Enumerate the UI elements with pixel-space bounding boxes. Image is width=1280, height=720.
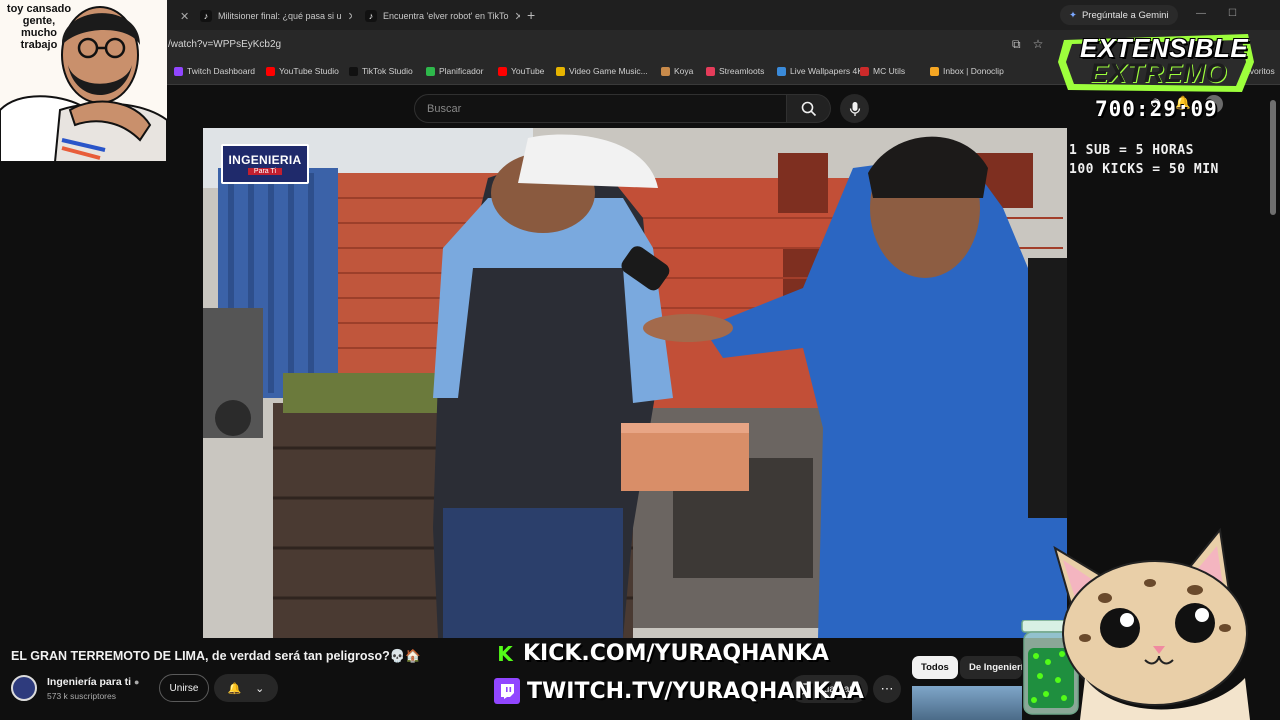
bookmark-favicon-icon [706,66,715,76]
join-button[interactable]: Unirse [159,674,209,702]
bookmark-item[interactable]: Planificador [426,66,483,76]
bookmark-item[interactable]: Video Game Music... [556,66,648,76]
install-icon[interactable]: ⧉ [1012,37,1021,52]
bookmark-item[interactable]: Twitch Dashboard [174,66,255,76]
gemini-label: Pregúntale a Gemini [1081,9,1169,21]
url-field[interactable]: /watch?v=WPPsEyKcb2g [168,39,281,50]
close-icon[interactable]: ✕ [515,10,520,23]
bookmark-item[interactable]: YouTube Studio [266,66,339,76]
subscription-bell-button[interactable]: 🔔 ⌄ [214,674,278,702]
bookmark-favicon-icon [556,66,565,76]
search-button[interactable] [787,94,831,123]
channel-watermark: INGENIERIA Para Ti [221,144,309,184]
twitch-link-overlay: TWITCH.TV/YURAQHANKAA [494,678,864,704]
bookmark-item[interactable]: Koya [661,66,693,76]
gemini-button[interactable]: ✦ Pregúntale a Gemini [1060,5,1178,25]
close-icon[interactable]: ✕ [348,10,352,23]
bookmark-favicon-icon [661,66,670,76]
bookmark-item[interactable]: Inbox | Donoclip [930,66,1004,76]
chip-channel[interactable]: De Ingeniería [960,656,1022,679]
bookmark-favicon-icon [777,66,786,76]
twitch-icon [494,678,520,704]
search-input[interactable]: Buscar [414,94,787,123]
bookmark-favicon-icon [930,66,939,76]
tab-close-button[interactable]: ✕ [172,4,188,28]
logo-line2: EXTREMO [1090,58,1228,88]
tab-1[interactable]: ♪ Militsioner final: ¿qué pasa si u ✕ [192,4,352,28]
watermark-line2: Para Ti [247,168,283,175]
search-placeholder: Buscar [427,102,462,115]
chip-all[interactable]: Todos [912,656,958,679]
watermark-line1: INGENIERIA [228,153,302,167]
bookmark-item[interactable]: MC Utils [860,66,905,76]
tiktok-icon: ♪ [365,10,377,22]
video-player[interactable]: INGENIERIA Para Ti [203,128,1067,638]
bookmark-label: MC Utils [873,66,906,76]
bookmark-item[interactable]: TikTok Studio [349,66,413,76]
maximize-icon[interactable]: ☐ [1228,8,1237,19]
tab-title: Encuentra 'elver robot' en TikTo [383,11,509,21]
screen: ✕ ♪ Militsioner final: ¿qué pasa si u ✕ … [0,0,1280,720]
recommended-thumbnail[interactable] [912,686,1022,720]
subathon-timer: 700:29:09 [1095,97,1218,121]
tab-2[interactable]: ♪ Encuentra 'elver robot' en TikTo ✕ [357,4,520,28]
bookmark-label: Live Wallpapers 4K [790,66,863,76]
twitch-url: TWITCH.TV/YURAQHANKAA [527,678,864,704]
bookmark-label: Inbox | Donoclip [943,66,1004,76]
bookmark-label: Video Game Music... [569,66,648,76]
bookmark-label: TikTok Studio [362,66,413,76]
minimize-icon[interactable]: — [1196,8,1206,19]
search-icon [801,101,816,116]
bookmark-label: Twitch Dashboard [187,66,256,76]
voice-search-button[interactable] [840,94,869,123]
kick-url: KICK.COM/YURAQHANKA [523,641,829,666]
kick-rule: 100 KICKS = 50 MIN [1069,162,1219,177]
address-actions: ⧉ ☆ [1012,37,1043,52]
bookmark-favicon-icon [426,66,435,76]
bookmark-favicon-icon [174,66,183,76]
bell-icon: 🔔 [227,682,242,695]
video-title: EL GRAN TERREMOTO DE LIMA, de verdad ser… [11,649,421,663]
kick-icon: K [497,641,513,666]
close-icon[interactable]: ✕ [180,10,188,23]
more-actions-button[interactable]: ⋯ [873,675,901,703]
sparkle-icon: ✦ [1069,9,1077,21]
channel-name-text[interactable]: Ingeniería para ti [47,676,131,688]
mic-icon [849,101,860,116]
bookmark-item[interactable]: YouTube [498,66,544,76]
page-scrollbar[interactable] [1270,100,1276,215]
tiktok-icon: ♪ [200,10,212,22]
bookmark-favicon-icon [349,66,358,76]
bookmark-item[interactable]: Streamloots [706,66,764,76]
verified-icon: ● [133,677,140,687]
kick-link-overlay: K KICK.COM/YURAQHANKA [494,641,829,666]
more-icon: ⋯ [880,681,894,696]
bookmark-label: Koya [674,66,694,76]
cat-mascot-overlay [1053,528,1250,720]
bookmark-favicon-icon [266,66,275,76]
bookmark-label: YouTube [511,66,545,76]
new-tab-button[interactable]: + [527,7,535,23]
bookmark-label: YouTube Studio [279,66,339,76]
browser-tabstrip: ✕ ♪ Militsioner final: ¿qué pasa si u ✕ … [0,0,1280,30]
video-frame [203,128,1067,638]
sub-rule: 1 SUB = 5 HORAS [1069,143,1194,158]
channel-avatar[interactable] [11,675,37,701]
streamer-webcam-overlay: toy cansado gente, mucho trabajo [0,0,167,162]
star-icon[interactable]: ☆ [1033,37,1044,52]
chevron-down-icon: ⌄ [255,682,265,695]
bookmark-label: Planificador [439,66,484,76]
channel-name[interactable]: Ingeniería para ti ● [47,676,139,688]
bookmark-favicon-icon [498,66,507,76]
tab-title: Militsioner final: ¿qué pasa si u [218,11,342,21]
subscriber-count: 573 k suscriptores [47,691,116,701]
webcam-caption: toy cansado gente, mucho trabajo [6,3,72,51]
bookmark-label: Streamloots [719,66,765,76]
bookmark-item[interactable]: Live Wallpapers 4K [777,66,863,76]
bookmark-favicon-icon [860,66,869,76]
